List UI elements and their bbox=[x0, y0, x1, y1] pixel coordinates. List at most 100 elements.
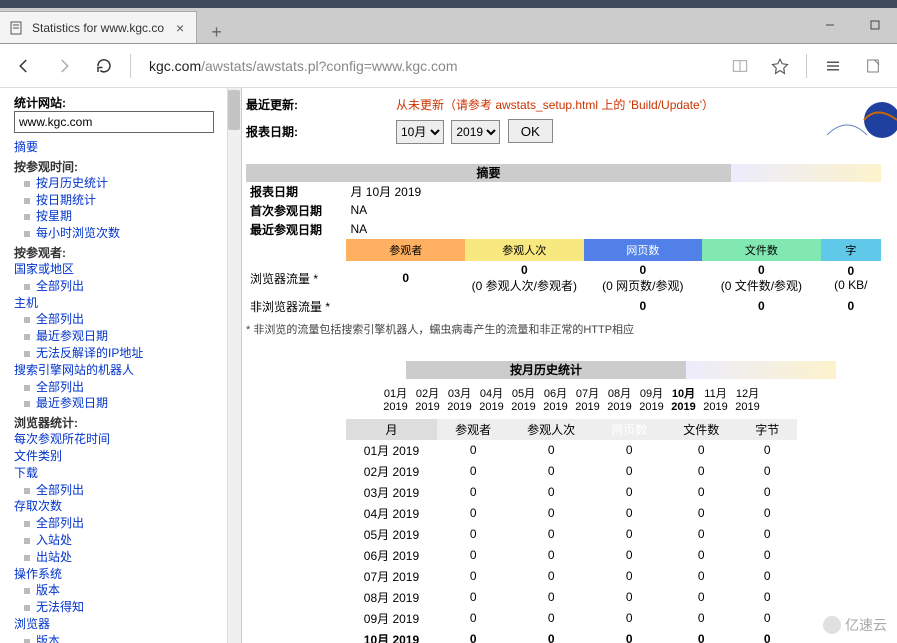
sub: (0 参观人次/参观者) bbox=[472, 279, 577, 293]
link-host-sub-2[interactable]: 无法反解译的IP地址 bbox=[14, 345, 233, 362]
hist-cell: 0 bbox=[665, 545, 737, 566]
table-row: 06月 201900000 bbox=[346, 545, 797, 566]
link-url-sub-2[interactable]: 出站处 bbox=[14, 549, 233, 566]
back-button[interactable] bbox=[6, 48, 42, 84]
hist-cell: 0 bbox=[665, 524, 737, 545]
hist-cell: 0 bbox=[437, 545, 509, 566]
report-period-label: 报表日期: bbox=[246, 123, 396, 140]
link-os-sub-1[interactable]: 无法得知 bbox=[14, 599, 233, 616]
link-host-sub-1[interactable]: 最近参观日期 bbox=[14, 328, 233, 345]
reading-view-icon[interactable] bbox=[722, 57, 758, 75]
hist-cell: 0 bbox=[593, 629, 665, 643]
hdr-nav: 浏览器统计: bbox=[14, 414, 233, 431]
hist-cell: 0 bbox=[593, 482, 665, 503]
summary-r1l: 报表日期 bbox=[246, 182, 346, 201]
hist-cell: 0 bbox=[737, 566, 797, 587]
link-browser-sub-0[interactable]: 版本 bbox=[14, 633, 233, 643]
hist-cell: 0 bbox=[437, 566, 509, 587]
hist-cell: 0 bbox=[737, 629, 797, 643]
hist-cell: 0 bbox=[437, 440, 509, 461]
history-table: 月 参观者 参观人次 网页数 文件数 字节 01月 20190000002月 2… bbox=[346, 419, 797, 643]
col-pages: 网页数 bbox=[584, 239, 703, 261]
hist-cell: 01月 2019 bbox=[346, 440, 437, 461]
link-download-sub-0[interactable]: 全部列出 bbox=[14, 482, 233, 499]
tab-bar: Statistics for www.kgc.co × + bbox=[0, 8, 897, 44]
last-update-label: 最近更新: bbox=[246, 96, 396, 113]
link-filetype[interactable]: 文件类别 bbox=[14, 448, 233, 465]
hist-cell: 0 bbox=[593, 524, 665, 545]
link-robot-sub-0[interactable]: 全部列出 bbox=[14, 379, 233, 396]
ok-button[interactable]: OK bbox=[508, 119, 553, 143]
monthnav-11: 12月2019 bbox=[732, 385, 764, 413]
sidebar-scrollbar[interactable] bbox=[227, 88, 241, 643]
favorite-icon[interactable] bbox=[762, 57, 798, 75]
hist-cell: 0 bbox=[437, 524, 509, 545]
monthnav-8: 09月2019 bbox=[636, 385, 668, 413]
link-os-sub-0[interactable]: 版本 bbox=[14, 582, 233, 599]
hist-cell: 0 bbox=[437, 587, 509, 608]
monthnav-2: 03月2019 bbox=[444, 385, 476, 413]
table-row: 09月 201900000 bbox=[346, 608, 797, 629]
link-when-0[interactable]: 按月历史统计 bbox=[14, 175, 233, 192]
stat-site-input[interactable] bbox=[14, 111, 214, 133]
forward-button[interactable] bbox=[46, 48, 82, 84]
hist-cell: 0 bbox=[665, 566, 737, 587]
monthnav-9: 10月2019 bbox=[668, 385, 700, 413]
window-minimize[interactable] bbox=[807, 7, 852, 43]
link-download[interactable]: 下载 bbox=[14, 465, 233, 482]
link-browser[interactable]: 浏览器 bbox=[14, 616, 233, 633]
month-select[interactable]: 10月 bbox=[396, 120, 444, 144]
link-country-sub-0[interactable]: 全部列出 bbox=[14, 278, 233, 295]
url-host: kgc.com bbox=[149, 58, 201, 74]
close-tab-icon[interactable]: × bbox=[172, 20, 188, 36]
hdr-who: 按参观者: bbox=[14, 244, 233, 261]
sidebar: 统计网站: 摘要 按参观时间: 按月历史统计按日期统计按星期每小时浏览次数 按参… bbox=[0, 88, 242, 643]
refresh-button[interactable] bbox=[86, 48, 122, 84]
hist-cell: 0 bbox=[737, 440, 797, 461]
link-when-2[interactable]: 按星期 bbox=[14, 208, 233, 225]
link-url-sub-0[interactable]: 全部列出 bbox=[14, 515, 233, 532]
hist-cell: 0 bbox=[737, 587, 797, 608]
browser-toolbar: kgc.com/awstats/awstats.pl?config=www.kg… bbox=[0, 44, 897, 88]
table-row: 07月 201900000 bbox=[346, 566, 797, 587]
link-summary[interactable]: 摘要 bbox=[14, 139, 233, 156]
link-when-1[interactable]: 按日期统计 bbox=[14, 192, 233, 209]
hist-cell: 0 bbox=[665, 608, 737, 629]
val: 0 bbox=[521, 263, 528, 277]
hist-cell: 0 bbox=[593, 587, 665, 608]
link-duration[interactable]: 每次参观所花时间 bbox=[14, 431, 233, 448]
link-when-3[interactable]: 每小时浏览次数 bbox=[14, 225, 233, 242]
section-history: 按月历史统计 bbox=[406, 361, 686, 379]
hist-cell: 09月 2019 bbox=[346, 608, 437, 629]
monthnav-10: 11月2019 bbox=[700, 385, 732, 413]
hist-cell: 0 bbox=[593, 608, 665, 629]
link-robot[interactable]: 搜索引擎网站的机器人 bbox=[14, 362, 233, 379]
hist-cell: 0 bbox=[665, 587, 737, 608]
hist-cell: 0 bbox=[737, 608, 797, 629]
address-bar[interactable]: kgc.com/awstats/awstats.pl?config=www.kg… bbox=[139, 50, 718, 82]
year-select[interactable]: 2019 bbox=[451, 120, 500, 144]
monthnav-1: 02月2019 bbox=[412, 385, 444, 413]
new-tab-button[interactable]: + bbox=[197, 22, 236, 43]
link-host[interactable]: 主机 bbox=[14, 295, 233, 312]
hist-cell: 0 bbox=[509, 545, 593, 566]
link-os[interactable]: 操作系统 bbox=[14, 566, 233, 583]
window-maximize[interactable] bbox=[852, 7, 897, 43]
tab-active[interactable]: Statistics for www.kgc.co × bbox=[0, 11, 197, 43]
main-content: 最近更新: 从未更新（请参考 awstats_setup.html 上的 'Bu… bbox=[242, 88, 897, 643]
url-path: /awstats/awstats.pl?config=www.kgc.com bbox=[201, 58, 457, 74]
hist-cell: 0 bbox=[593, 461, 665, 482]
summary-r2v: NA bbox=[346, 201, 881, 220]
link-country[interactable]: 国家或地区 bbox=[14, 261, 233, 278]
link-url-sub-1[interactable]: 入站处 bbox=[14, 532, 233, 549]
stat-site-label: 统计网站: bbox=[14, 96, 66, 110]
hub-icon[interactable] bbox=[815, 57, 851, 75]
h-visitors: 参观者 bbox=[437, 419, 509, 440]
h-month: 月 bbox=[346, 419, 437, 440]
hdr-when: 按参观时间: bbox=[14, 158, 233, 175]
link-host-sub-0[interactable]: 全部列出 bbox=[14, 311, 233, 328]
notes-icon[interactable] bbox=[855, 57, 891, 75]
table-row: 04月 201900000 bbox=[346, 503, 797, 524]
link-url[interactable]: 存取次数 bbox=[14, 498, 233, 515]
link-robot-sub-1[interactable]: 最近参观日期 bbox=[14, 395, 233, 412]
